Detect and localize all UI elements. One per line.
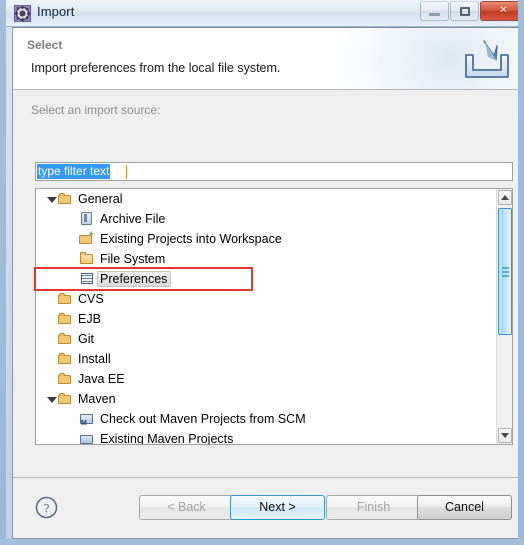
tree-rows-container: General Archive File Existing Projects int… bbox=[36, 189, 496, 444]
tree-row[interactable]: General bbox=[36, 189, 496, 209]
tree-row[interactable]: File System bbox=[36, 249, 496, 269]
close-icon: × bbox=[499, 3, 508, 18]
window-title: Import bbox=[37, 4, 75, 19]
tree-row-label: CVS bbox=[78, 292, 104, 306]
twisty-collapsed-icon[interactable] bbox=[46, 333, 57, 345]
window-controls: × bbox=[420, 1, 518, 21]
folder-open-icon bbox=[57, 311, 73, 327]
twisty-collapsed-icon[interactable] bbox=[46, 373, 57, 385]
tree-row[interactable]: Git bbox=[36, 329, 496, 349]
tree-row-label: File System bbox=[100, 252, 166, 266]
import-dialog-window: Import × Select Import preferences from … bbox=[0, 0, 524, 545]
maven-project-icon bbox=[79, 431, 95, 444]
dialog-client-area: Select Import preferences from the local… bbox=[12, 27, 518, 539]
filter-input[interactable]: type filter text bbox=[35, 162, 513, 181]
tree-row[interactable]: Existing Maven Projects bbox=[36, 429, 496, 444]
finish-button[interactable]: Finish bbox=[326, 495, 421, 520]
dialog-footer: ? < Back Next > Finish Cancel bbox=[13, 477, 518, 538]
folder-open-icon bbox=[57, 371, 73, 387]
tree-row-label: Maven bbox=[78, 392, 116, 406]
minimize-icon bbox=[429, 12, 440, 16]
folder-icon bbox=[79, 251, 95, 267]
existing-projects-icon bbox=[79, 229, 95, 247]
maven-scm-icon bbox=[79, 411, 95, 428]
preferences-icon bbox=[79, 271, 95, 287]
tree-row[interactable]: CVS bbox=[36, 289, 496, 309]
maximize-icon bbox=[459, 6, 470, 16]
tree-row[interactable]: Java EE bbox=[36, 369, 496, 389]
tree-row-label: EJB bbox=[78, 312, 101, 326]
scroll-down-icon bbox=[501, 433, 509, 438]
back-button[interactable]: < Back bbox=[139, 495, 234, 520]
tree-row-label: Check out Maven Projects from SCM bbox=[100, 412, 306, 426]
filter-input-value: type filter text bbox=[37, 164, 111, 179]
close-button[interactable]: × bbox=[480, 1, 518, 21]
import-tray-icon bbox=[461, 38, 513, 82]
wizard-header: Select Import preferences from the local… bbox=[13, 28, 518, 90]
tree-row[interactable]: Existing Projects into Workspace bbox=[36, 229, 496, 249]
tree-row-label: Preferences bbox=[97, 271, 172, 287]
scroll-up-arrow[interactable] bbox=[498, 190, 512, 205]
tree-row-label: Git bbox=[78, 332, 94, 346]
archive-file-icon bbox=[79, 211, 95, 227]
folder-open-icon bbox=[57, 191, 73, 207]
title-bar: Import × bbox=[6, 0, 518, 27]
scrollbar-thumb[interactable] bbox=[498, 208, 512, 335]
twisty-collapsed-icon[interactable] bbox=[46, 313, 57, 325]
tree-row[interactable]: Archive File bbox=[36, 209, 496, 229]
tree-row-label: Existing Projects into Workspace bbox=[100, 232, 282, 246]
dialog-body: Select an import source: type filter tex… bbox=[13, 90, 518, 477]
next-button[interactable]: Next > bbox=[230, 495, 325, 520]
twisty-collapsed-icon[interactable] bbox=[46, 353, 57, 365]
twisty-expanded-icon[interactable] bbox=[46, 194, 57, 205]
eclipse-import-icon bbox=[14, 5, 31, 22]
tree-row-label: Existing Maven Projects bbox=[100, 432, 234, 444]
tree-row[interactable]: EJB bbox=[36, 309, 496, 329]
import-source-label: Select an import source: bbox=[31, 103, 161, 117]
page-description: Import preferences from the local file s… bbox=[31, 61, 281, 75]
help-icon[interactable]: ? bbox=[35, 496, 58, 519]
page-title: Select bbox=[27, 38, 63, 52]
folder-open-icon bbox=[57, 291, 73, 307]
minimize-button[interactable] bbox=[420, 1, 449, 21]
tree-row[interactable]: Maven bbox=[36, 389, 496, 409]
text-caret bbox=[126, 165, 127, 179]
twisty-expanded-icon[interactable] bbox=[46, 394, 57, 405]
tree-row-label: Archive File bbox=[100, 212, 166, 226]
scrollbar-grip-icon bbox=[502, 266, 509, 277]
folder-open-icon bbox=[57, 391, 73, 407]
cancel-button[interactable]: Cancel bbox=[417, 495, 512, 520]
tree-row-label: Install bbox=[78, 352, 111, 366]
tree-row-label: Java EE bbox=[78, 372, 125, 386]
svg-text:?: ? bbox=[44, 501, 50, 516]
tree-row[interactable]: Preferences bbox=[36, 269, 496, 289]
folder-open-icon bbox=[57, 351, 73, 367]
import-source-tree[interactable]: General Archive File Existing Projects int… bbox=[35, 188, 513, 445]
tree-row-label: General bbox=[78, 192, 123, 206]
scroll-down-arrow[interactable] bbox=[498, 428, 512, 443]
folder-open-icon bbox=[57, 331, 73, 347]
scroll-up-icon bbox=[501, 195, 509, 200]
maximize-button[interactable] bbox=[450, 1, 479, 21]
tree-row[interactable]: Check out Maven Projects from SCM bbox=[36, 409, 496, 429]
tree-vertical-scrollbar[interactable] bbox=[496, 189, 512, 444]
twisty-collapsed-icon[interactable] bbox=[46, 293, 57, 305]
tree-row[interactable]: Install bbox=[36, 349, 496, 369]
